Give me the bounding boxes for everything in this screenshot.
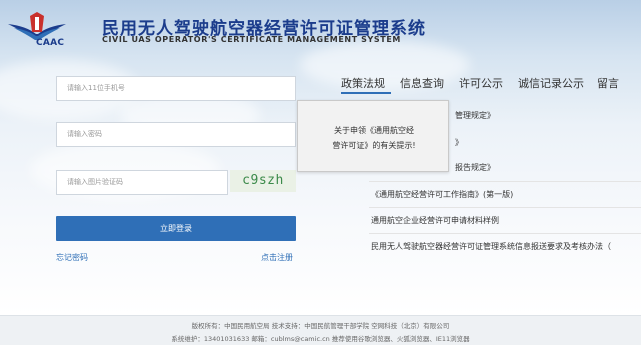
tab-policy[interactable]: 政策法规 xyxy=(341,75,385,91)
divider xyxy=(369,181,641,182)
news-item[interactable]: 民用无人驾驶航空器经营许可证管理系统信息报送要求及考核办法（ xyxy=(371,241,611,252)
footer: 版权所有：中国民用航空局 技术支持：中国民航管理干部学院 空网科技（北京）有限公… xyxy=(0,315,641,345)
news-item[interactable]: 《通用航空经营许可工作指南》(第一版) xyxy=(371,189,513,200)
popup-line-2: 营许可证》的有关提示! xyxy=(332,141,416,150)
notice-popup[interactable]: 关于申领《通用航空经 营许可证》的有关提示! xyxy=(297,100,449,172)
news-item[interactable]: 管理规定》 xyxy=(455,110,495,121)
login-button[interactable]: 立即登录 xyxy=(56,216,296,241)
active-tab-indicator xyxy=(341,92,391,94)
divider xyxy=(369,207,641,208)
tab-message[interactable]: 留言 xyxy=(597,75,619,91)
phone-input[interactable]: 请输入11位手机号 xyxy=(56,76,296,101)
footer-contact: 系统维护：13401031633 邮箱：cublms@camic.cn 推荐使用… xyxy=(171,335,470,343)
tab-license-notice[interactable]: 许可公示 xyxy=(459,75,503,91)
tab-info-query[interactable]: 信息查询 xyxy=(400,75,444,91)
forgot-password-link[interactable]: 忘记密码 xyxy=(56,252,88,263)
footer-copyright: 版权所有：中国民用航空局 技术支持：中国民航管理干部学院 空网科技（北京）有限公… xyxy=(191,322,450,330)
system-subtitle: CIVIL UAS OPERATOR'S CERTIFICATE MANAGEM… xyxy=(102,35,401,44)
register-link[interactable]: 点击注册 xyxy=(261,252,293,263)
news-item[interactable]: 》 xyxy=(455,137,463,148)
password-input[interactable]: 请输入密码 xyxy=(56,122,296,147)
logo-text: CAAC xyxy=(36,38,65,48)
divider xyxy=(369,233,641,234)
captcha-input[interactable]: 请输入图片验证码 xyxy=(56,170,228,195)
tab-credit-record[interactable]: 诚信记录公示 xyxy=(518,75,584,91)
captcha-image[interactable]: c9szh xyxy=(230,170,296,192)
popup-text[interactable]: 关于申领《通用航空经 营许可证》的有关提示! xyxy=(306,123,442,153)
news-item[interactable]: 通用航空企业经营许可申请材料样例 xyxy=(371,215,499,226)
news-item[interactable]: 报告规定》 xyxy=(455,162,495,173)
popup-line-1: 关于申领《通用航空经 xyxy=(334,126,414,135)
